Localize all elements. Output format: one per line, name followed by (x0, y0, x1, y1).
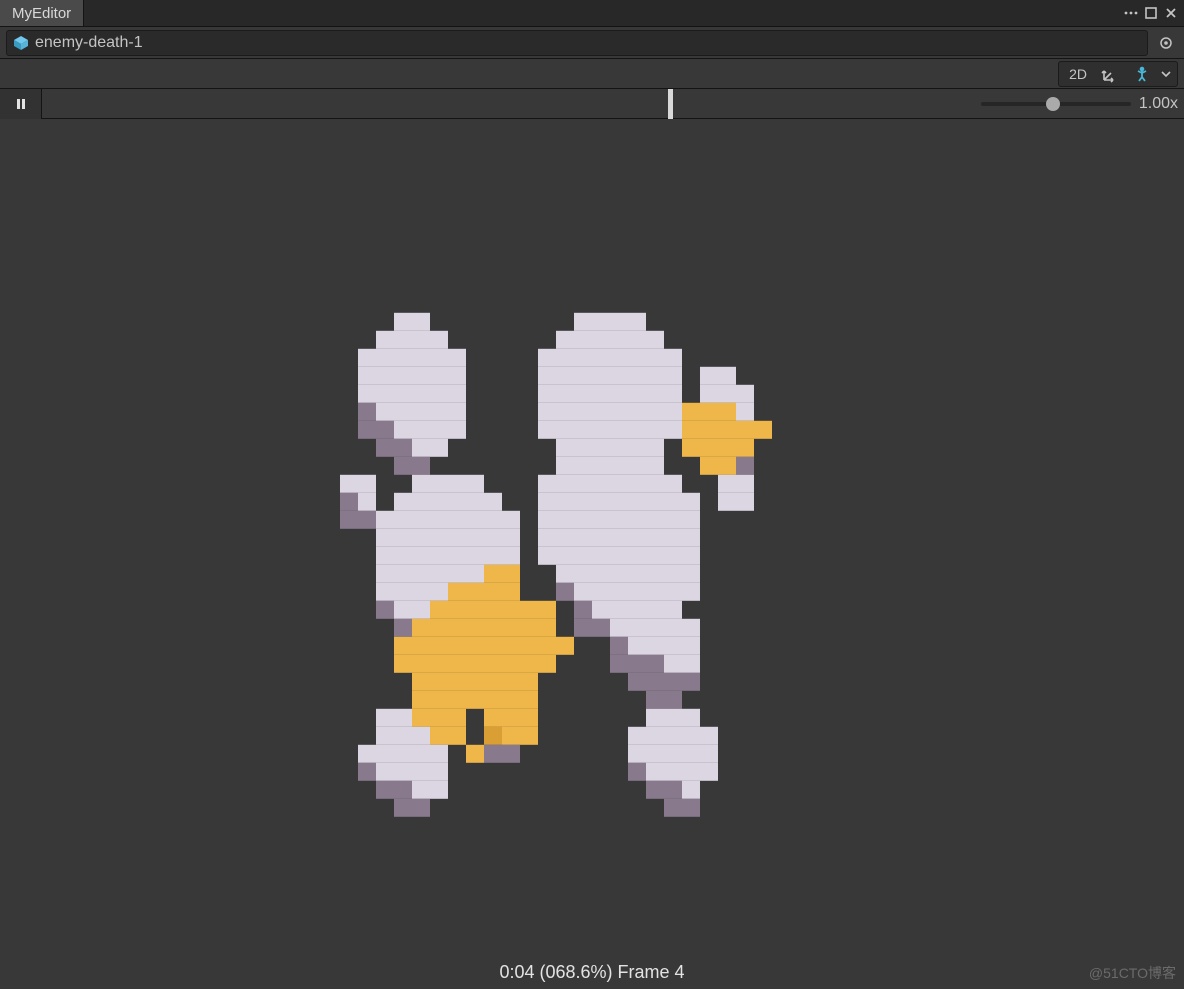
speed-group: 1.00x (981, 89, 1178, 118)
object-name: enemy-death-1 (35, 34, 143, 52)
btn-2d[interactable]: 2D (1063, 63, 1093, 85)
object-field[interactable]: enemy-death-1 (6, 30, 1148, 56)
tab-title: MyEditor (12, 5, 71, 22)
btn-2d-label: 2D (1069, 66, 1087, 82)
view-tools-group: 2D (1058, 61, 1178, 87)
window-controls (1124, 0, 1184, 26)
chevron-down-icon (1161, 69, 1171, 79)
person-button[interactable] (1127, 63, 1157, 85)
gizmo-icon (1101, 65, 1119, 83)
tab-myeditor[interactable]: MyEditor (0, 0, 84, 26)
speed-slider-thumb[interactable] (1046, 97, 1060, 111)
frame-status: 0:04 (068.6%) Frame 4 (0, 955, 1184, 989)
tab-bar: MyEditor (0, 0, 1184, 27)
preview-viewport[interactable]: 0:04 (068.6%) Frame 4 @51CTO博客 (0, 119, 1184, 989)
speed-slider[interactable] (981, 102, 1131, 106)
picker-icon (1158, 35, 1174, 51)
speed-label: 1.00x (1139, 95, 1178, 113)
watermark: @51CTO博客 (1089, 963, 1176, 983)
cube-icon (13, 35, 29, 51)
menu-icon[interactable] (1124, 6, 1138, 20)
playhead[interactable] (668, 89, 673, 119)
pause-icon (14, 97, 28, 111)
close-icon[interactable] (1164, 6, 1178, 20)
view-tools-row: 2D (0, 59, 1184, 89)
maximize-icon[interactable] (1144, 6, 1158, 20)
object-row: enemy-death-1 (0, 27, 1184, 59)
pause-button[interactable] (0, 89, 42, 119)
timeline[interactable] (42, 89, 954, 119)
person-icon (1133, 65, 1151, 83)
person-dropdown[interactable] (1159, 63, 1173, 85)
object-picker-button[interactable] (1154, 31, 1178, 55)
gizmo-button[interactable] (1095, 63, 1125, 85)
sprite-preview (322, 295, 862, 835)
playbar: 1.00x (0, 89, 1184, 119)
frame-status-text: 0:04 (068.6%) Frame 4 (499, 962, 684, 983)
